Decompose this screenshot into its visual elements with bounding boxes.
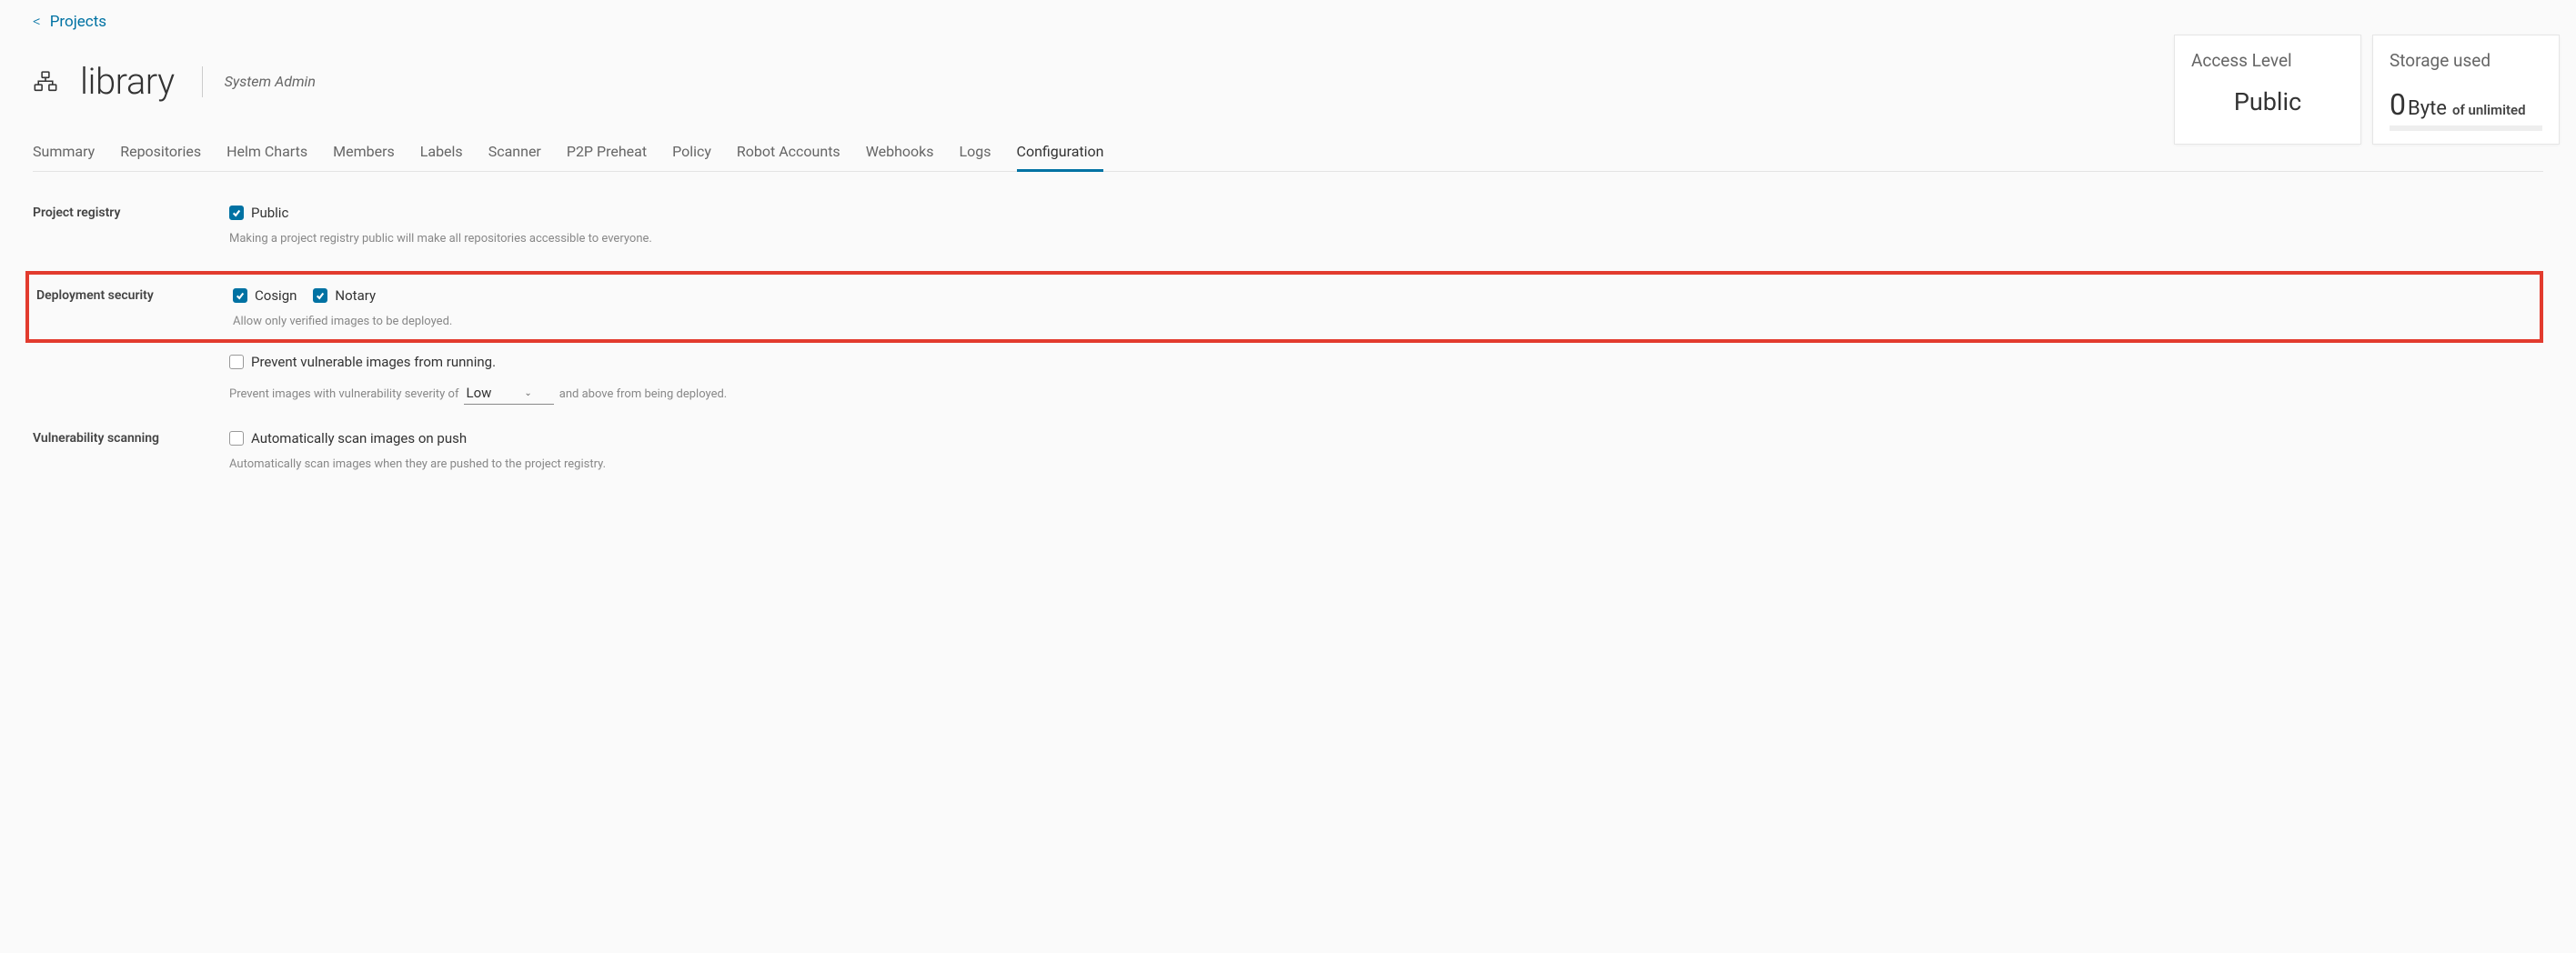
cosign-checkbox[interactable]: [233, 288, 247, 303]
tab-summary[interactable]: Summary: [33, 143, 95, 172]
access-level-title: Access Level: [2191, 50, 2344, 71]
tab-repositories[interactable]: Repositories: [120, 143, 201, 172]
public-checkbox[interactable]: [229, 206, 244, 220]
prevent-vulnerable-label: Prevent vulnerable images from running.: [251, 354, 496, 370]
divider: [202, 66, 203, 97]
vulnerability-scanning-row: Vulnerability scanning Automatically sca…: [33, 430, 2543, 471]
tab-labels[interactable]: Labels: [420, 143, 463, 172]
tab-webhooks[interactable]: Webhooks: [866, 143, 934, 172]
access-level-card: Access Level Public: [2174, 35, 2361, 145]
deployment-security-highlight: Deployment security Cosign: [25, 271, 2543, 343]
auto-scan-checkbox[interactable]: [229, 431, 244, 446]
project-name: library: [80, 60, 175, 103]
public-checkbox-label: Public: [251, 205, 288, 221]
project-icon: [33, 69, 58, 95]
chevron-left-icon: <: [33, 13, 41, 31]
vulnerability-scanning-label: Vulnerability scanning: [33, 430, 229, 446]
prevent-vulnerable-row: Prevent vulnerable images from running. …: [33, 354, 2543, 405]
tab-robot-accounts[interactable]: Robot Accounts: [737, 143, 840, 172]
tab-members[interactable]: Members: [333, 143, 395, 172]
project-registry-label: Project registry: [33, 205, 229, 220]
cosign-checkbox-label: Cosign: [255, 287, 297, 304]
project-header: library System Admin: [33, 60, 2543, 103]
storage-suffix: of unlimited: [2452, 102, 2526, 118]
tab-policy[interactable]: Policy: [672, 143, 711, 172]
notary-checkbox[interactable]: [313, 288, 327, 303]
chevron-down-icon: ⌄: [524, 388, 531, 398]
access-level-value: Public: [2191, 87, 2344, 116]
deployment-security-help: Allow only verified images to be deploye…: [233, 315, 2532, 328]
tab-configuration[interactable]: Configuration: [1017, 143, 1104, 172]
tab-p2p-preheat[interactable]: P2P Preheat: [567, 143, 647, 172]
storage-unit: Byte: [2408, 97, 2447, 120]
project-registry-row: Project registry Public Making a project…: [33, 205, 2543, 246]
auto-scan-label: Automatically scan images on push: [251, 430, 467, 446]
prevent-vulnerable-checkbox[interactable]: [229, 355, 244, 369]
project-role: System Admin: [225, 73, 316, 90]
tab-helm-charts[interactable]: Helm Charts: [226, 143, 307, 172]
tab-scanner[interactable]: Scanner: [488, 143, 541, 172]
breadcrumb[interactable]: < Projects: [33, 0, 2543, 31]
storage-progress: [2390, 125, 2542, 131]
project-registry-help: Making a project registry public will ma…: [229, 232, 2543, 246]
tab-logs[interactable]: Logs: [960, 143, 991, 172]
vulnerability-scanning-help: Automatically scan images when they are …: [229, 457, 2543, 471]
severity-select[interactable]: Low ⌄: [464, 383, 553, 405]
severity-value: Low: [466, 385, 491, 401]
storage-value: 0: [2390, 87, 2406, 122]
deployment-security-label: Deployment security: [36, 287, 233, 303]
tabs: Summary Repositories Helm Charts Members Lab…: [33, 143, 2543, 172]
severity-suffix: and above from being deployed.: [559, 387, 727, 401]
storage-title: Storage used: [2390, 50, 2542, 71]
severity-prefix: Prevent images with vulnerability severi…: [229, 387, 458, 401]
storage-card: Storage used 0 Byte of unlimited: [2372, 35, 2560, 145]
breadcrumb-projects: Projects: [50, 13, 106, 31]
notary-checkbox-label: Notary: [335, 287, 376, 304]
